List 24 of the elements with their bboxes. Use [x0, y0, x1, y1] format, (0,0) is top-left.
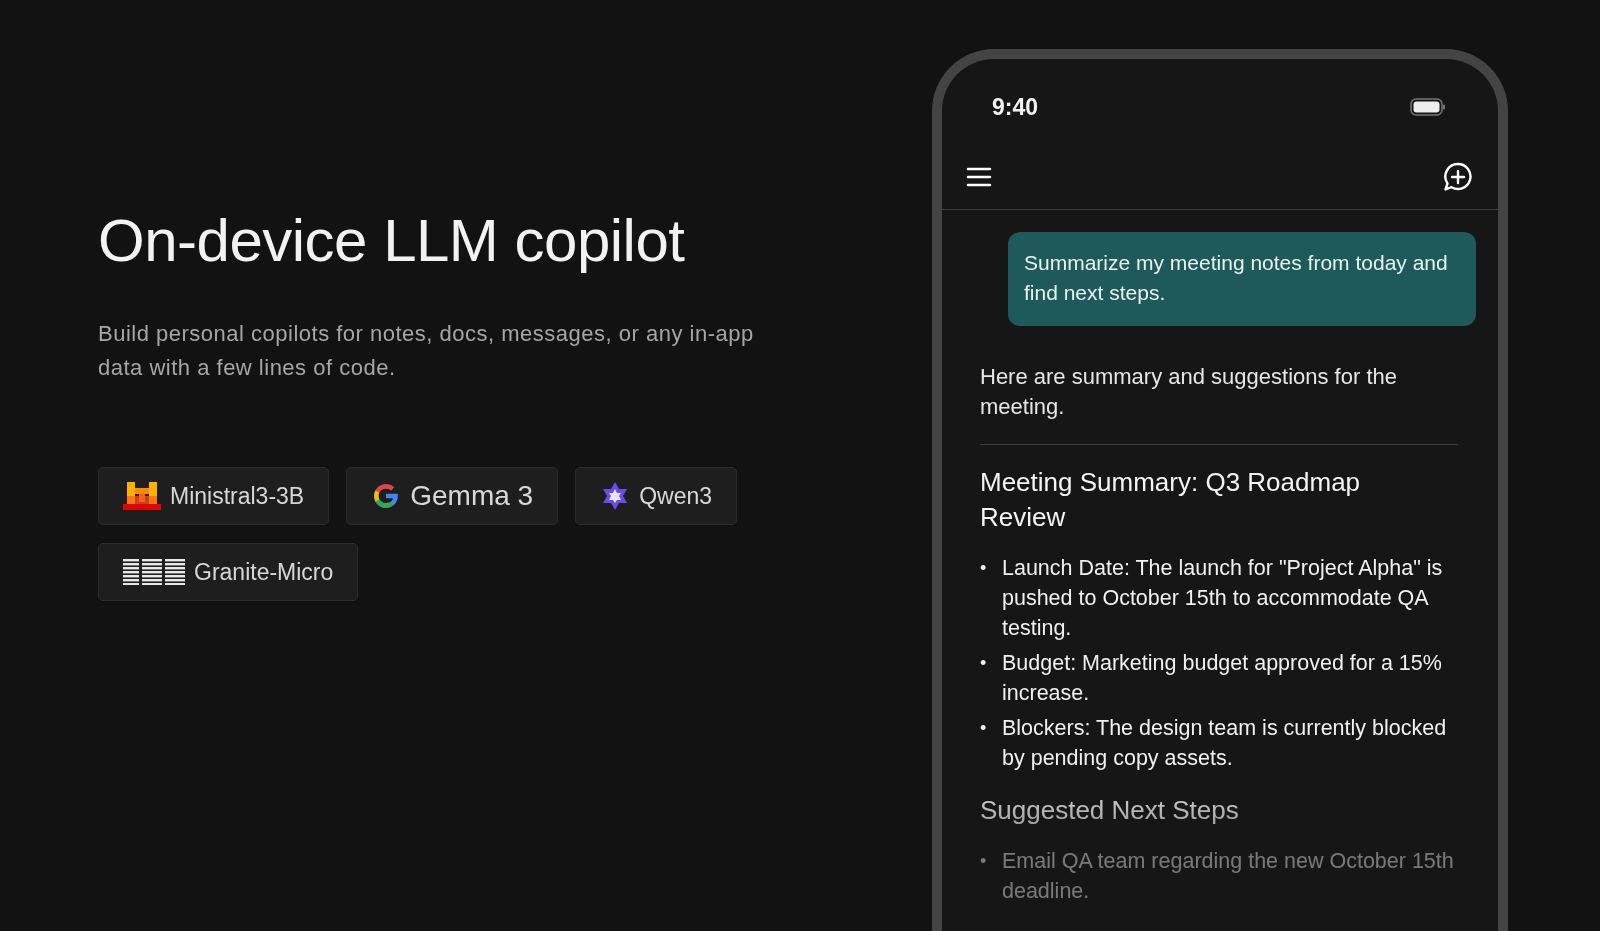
model-name: Ministral3-3B — [170, 482, 305, 510]
bullet-item: Budget: Marketing budget approved for a 15% increase. — [1002, 650, 1443, 707]
bullet-marker: • — [980, 557, 988, 580]
bullet-item: Launch Date: The launch for "Project Alpha" is pushed to October 15th to accommodate QA testing. — [1002, 555, 1444, 642]
description-text: Build personal copilots for notes, docs, messages, or any in-app data with a few lines of code. — [98, 320, 755, 382]
menu-icon[interactable] — [966, 166, 992, 188]
reply-intro: Here are summary and suggestions for the meeting. — [980, 363, 1398, 421]
bullet-item: Blockers: The design team is currently blocked by pending copy assets. — [1002, 715, 1448, 772]
bullet-marker: • — [980, 850, 988, 873]
new-chat-icon[interactable] — [1442, 161, 1474, 193]
section-heading: Suggested Next Steps — [980, 794, 1240, 827]
battery-icon — [1410, 98, 1446, 116]
model-name: Gemma 3 — [410, 480, 534, 512]
model-name: Granite-Micro — [194, 558, 334, 586]
status-time: 9:40 — [992, 93, 1039, 121]
bullet-marker: • — [980, 652, 988, 675]
section-heading: Meeting Summary: Q3 Roadmap Review — [980, 466, 1362, 534]
striped-logo-icon — [123, 559, 185, 585]
bullet-marker: • — [980, 717, 988, 740]
bullet-item: Email QA team regarding the new October 15th deadline. — [1002, 848, 1454, 905]
page-title: On-device LLM copilot — [98, 206, 685, 276]
model-name: Qwen3 — [639, 482, 713, 510]
pixel-m-logo-icon — [123, 482, 161, 510]
user-message: Summarize my meeting notes from today and find next steps. — [1008, 232, 1476, 326]
